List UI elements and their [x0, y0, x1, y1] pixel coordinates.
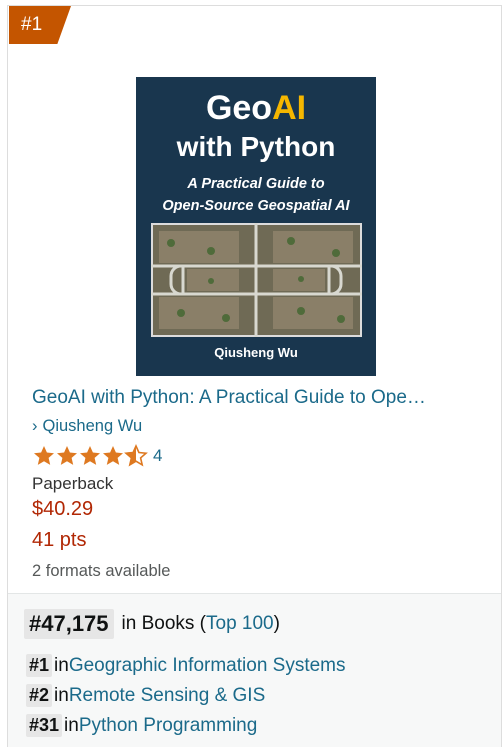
star-half-icon: [124, 444, 148, 467]
product-title-link[interactable]: GeoAI with Python: A Practical Guide to …: [32, 386, 482, 410]
category-link[interactable]: Geographic Information Systems: [69, 655, 346, 677]
category-rank-number: #31: [26, 714, 63, 737]
author-name: Qiusheng Wu: [42, 417, 143, 435]
author-link[interactable]: › Qiusheng Wu: [32, 415, 142, 437]
category-rank-number: #1: [26, 654, 53, 677]
star-rating: [32, 444, 148, 468]
cover-subtitle: A Practical Guide to Open-Source Geospat…: [162, 176, 350, 214]
category-link[interactable]: Python Programming: [79, 715, 257, 737]
rating-count-link[interactable]: 4: [153, 446, 162, 466]
formats-available: 2 formats available: [32, 562, 171, 580]
cover-author: Qiusheng Wu: [214, 345, 298, 360]
main-rank-text: in Books (: [121, 613, 207, 634]
category-rank-number: #2: [26, 684, 53, 707]
format-label: Paperback: [32, 474, 114, 493]
main-rank-row: #47,175 in Books (Top 100): [24, 609, 280, 639]
points: 41 pts: [32, 529, 87, 551]
category-rank-in: in: [64, 714, 79, 736]
main-rank-close: ): [273, 613, 280, 634]
category-rank-row: #2 in Remote Sensing & GIS: [26, 684, 265, 707]
category-rank-row: #31 in Python Programming: [26, 714, 257, 737]
category-rank-in: in: [54, 684, 69, 706]
chevron-right-icon: ›: [32, 417, 38, 435]
category-rank-in: in: [54, 654, 69, 676]
cover-title-line2: with Python: [176, 131, 336, 162]
main-rank-number: #47,175: [24, 609, 114, 639]
star-full-icon: [103, 446, 123, 465]
cover-title: GeoAI: [205, 89, 307, 127]
star-full-icon: [57, 446, 77, 465]
category-rank-row: #1 in Geographic Information Systems: [26, 654, 346, 677]
category-link[interactable]: Remote Sensing & GIS: [69, 685, 265, 707]
star-full-icon: [80, 446, 100, 465]
aerial-map-illustration: [151, 223, 362, 337]
price: $40.29: [32, 498, 94, 520]
star-full-icon: [34, 446, 54, 465]
book-cover-image[interactable]: GeoAI with Python A Practical Guide to O…: [136, 77, 376, 376]
top-100-link[interactable]: Top 100: [206, 613, 274, 635]
rating-row[interactable]: 4: [32, 444, 162, 468]
